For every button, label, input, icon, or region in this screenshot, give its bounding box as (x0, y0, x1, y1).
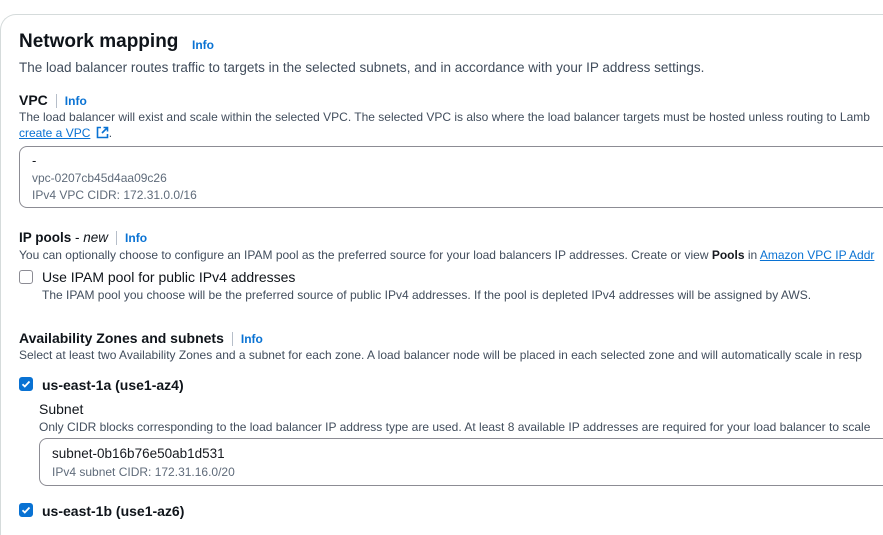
create-vpc-line: create a VPC . (19, 126, 112, 142)
create-vpc-link[interactable]: create a VPC (19, 126, 90, 140)
ip-pools-label-suffix: - (71, 230, 84, 245)
ipam-pool-checkbox[interactable] (19, 270, 33, 284)
vpc-label-text: VPC (19, 92, 48, 108)
subnet-id: subnet-0b16b76e50ab1d531 (52, 446, 225, 461)
section-description: The load balancer routes traffic to targ… (19, 60, 705, 75)
vpc-id: vpc-0207cb45d4aa09c26 (32, 171, 167, 185)
subnet-select[interactable]: subnet-0b16b76e50ab1d531 IPv4 subnet CID… (39, 438, 883, 486)
az-info-link[interactable]: Info (241, 332, 263, 346)
az-us-east-1a-label[interactable]: us-east-1a (use1-az4) (42, 377, 184, 393)
ip-pools-label: IP pools - new Info (19, 230, 147, 246)
az-us-east-1b-label[interactable]: us-east-1b (use1-az6) (42, 503, 184, 519)
ip-pools-info-link[interactable]: Info (125, 231, 147, 245)
az-us-east-1b-checkbox[interactable] (19, 503, 33, 517)
az-label-text: Availability Zones and subnets (19, 330, 224, 346)
ip-pools-label-text: IP pools (19, 230, 72, 245)
ipam-pool-checkbox-description: The IPAM pool you choose will be the pre… (42, 288, 812, 302)
separator (231, 332, 233, 347)
az-us-east-1a-checkbox[interactable] (19, 377, 33, 391)
check-icon (21, 506, 31, 514)
ipam-pool-checkbox-label[interactable]: Use IPAM pool for public IPv4 addresses (42, 269, 295, 285)
ip-pools-description: You can optionally choose to configure a… (19, 248, 874, 262)
network-mapping-info-link[interactable]: Info (192, 38, 214, 52)
az-description: Select at least two Availability Zones a… (19, 348, 862, 362)
vpc-label: VPC Info (19, 92, 87, 109)
az-label: Availability Zones and subnets Info (19, 330, 263, 347)
vpc-description: The load balancer will exist and scale w… (19, 110, 870, 124)
separator (116, 231, 118, 246)
ip-pools-desc-mid: in (744, 248, 760, 262)
new-tag: new (83, 230, 109, 245)
amazon-vpc-ipam-link[interactable]: Amazon VPC IP Addr (760, 248, 875, 262)
external-link-icon[interactable] (96, 126, 109, 142)
subnet-label: Subnet (39, 401, 84, 417)
ip-pools-desc-text: You can optionally choose to configure a… (19, 248, 712, 262)
check-icon (21, 380, 31, 388)
section-title: Network mapping (19, 31, 179, 52)
pools-bold: Pools (711, 248, 745, 262)
create-vpc-suffix: . (108, 126, 113, 140)
vpc-select[interactable]: - vpc-0207cb45d4aa09c26 IPv4 VPC CIDR: 1… (19, 146, 883, 208)
subnet-cidr: IPv4 subnet CIDR: 172.31.16.0/20 (52, 465, 235, 479)
vpc-info-link[interactable]: Info (65, 94, 87, 108)
separator (55, 94, 57, 109)
subnet-description: Only CIDR blocks corresponding to the lo… (39, 420, 871, 434)
vpc-name: - (32, 153, 37, 168)
vpc-cidr: IPv4 VPC CIDR: 172.31.0.0/16 (32, 188, 197, 202)
